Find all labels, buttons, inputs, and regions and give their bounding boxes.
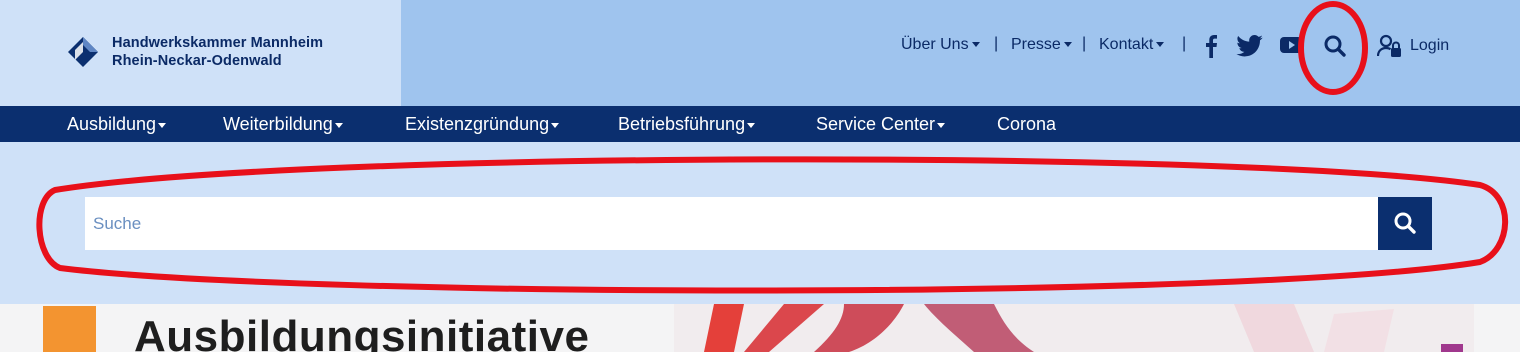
top-link-label: Presse bbox=[1011, 36, 1061, 53]
top-link-kontakt[interactable]: Kontakt bbox=[1099, 36, 1165, 54]
nav-item-label: Weiterbildung bbox=[223, 114, 333, 134]
separator: | bbox=[1182, 35, 1187, 52]
top-link-ueber-uns[interactable]: Über Uns bbox=[901, 36, 980, 54]
chevron-down-icon bbox=[1063, 42, 1072, 48]
top-link-label: Kontakt bbox=[1099, 36, 1154, 53]
content-area: Ausbildungsinitiative bbox=[0, 304, 1520, 352]
nav-item-ausbildung[interactable]: Ausbildung bbox=[67, 114, 167, 135]
chevron-down-icon bbox=[747, 122, 756, 128]
youtube-icon[interactable] bbox=[1280, 36, 1302, 54]
logo-line-1: Handwerkskammer Mannheim bbox=[112, 35, 324, 51]
hero-image bbox=[674, 304, 1474, 352]
nav-item-betriebsfuehrung[interactable]: Betriebsführung bbox=[618, 114, 756, 135]
nav-item-label: Betriebsführung bbox=[618, 114, 746, 134]
nav-item-service-center[interactable]: Service Center bbox=[816, 114, 946, 135]
search-icon bbox=[1394, 212, 1416, 234]
search-icon[interactable] bbox=[1323, 34, 1347, 58]
main-navigation: Ausbildung Weiterbildung Existenzgründun… bbox=[0, 106, 1520, 142]
chevron-down-icon bbox=[158, 122, 167, 128]
nav-item-corona[interactable]: Corona bbox=[997, 114, 1056, 135]
nav-item-label: Corona bbox=[997, 114, 1057, 134]
search-input[interactable] bbox=[85, 197, 1378, 250]
logo-area[interactable]: Handwerkskammer Mannheim Rhein-Neckar-Od… bbox=[0, 0, 401, 106]
nav-item-label: Service Center bbox=[816, 114, 936, 134]
twitter-icon[interactable] bbox=[1236, 35, 1263, 57]
top-header: Handwerkskammer Mannheim Rhein-Neckar-Od… bbox=[0, 0, 1520, 106]
nav-item-label: Existenzgründung bbox=[405, 114, 550, 134]
logo-text: Handwerkskammer Mannheim Rhein-Neckar-Od… bbox=[112, 34, 323, 70]
chevron-down-icon bbox=[937, 122, 946, 128]
search-submit-button[interactable] bbox=[1378, 197, 1432, 250]
separator: | bbox=[1082, 35, 1087, 52]
separator: | bbox=[994, 35, 999, 52]
nav-item-existenzgruendung[interactable]: Existenzgründung bbox=[405, 114, 560, 135]
side-tab[interactable] bbox=[1441, 344, 1463, 352]
top-link-label: Über Uns bbox=[901, 36, 969, 53]
chevron-down-icon bbox=[971, 42, 980, 48]
chevron-down-icon bbox=[334, 122, 343, 128]
nav-item-weiterbildung[interactable]: Weiterbildung bbox=[223, 114, 343, 135]
page-headline: Ausbildungsinitiative bbox=[134, 312, 590, 352]
hero-brush-graphic bbox=[704, 304, 1394, 352]
login-label: Login bbox=[1410, 37, 1450, 54]
chevron-down-icon bbox=[551, 122, 560, 128]
facebook-icon[interactable] bbox=[1204, 34, 1218, 58]
logo-line-2: Rhein-Neckar-Odenwald bbox=[112, 53, 282, 69]
login-button[interactable]: Login bbox=[1377, 33, 1449, 59]
accent-block bbox=[43, 306, 96, 352]
nav-item-label: Ausbildung bbox=[67, 114, 157, 134]
user-lock-icon bbox=[1377, 34, 1401, 57]
top-link-presse[interactable]: Presse bbox=[1011, 36, 1072, 54]
chamber-logo-icon bbox=[68, 37, 98, 67]
chevron-down-icon bbox=[1156, 42, 1165, 48]
search-panel bbox=[0, 142, 1520, 304]
